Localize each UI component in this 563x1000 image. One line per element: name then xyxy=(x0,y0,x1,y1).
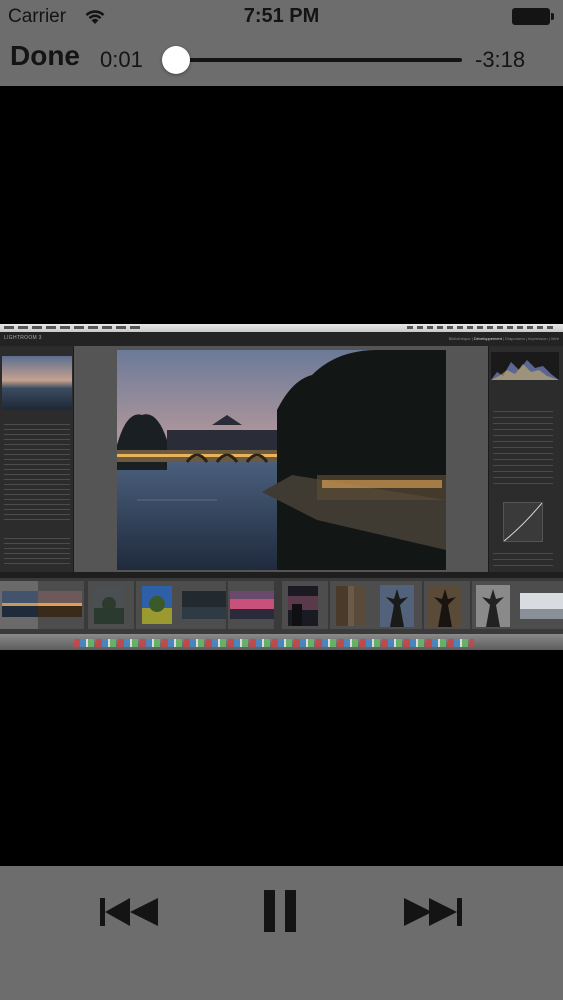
basic-sliders xyxy=(493,406,553,486)
lightroom-right-panel xyxy=(488,346,563,572)
filmstrip-thumb xyxy=(228,581,274,629)
snapshots-list xyxy=(4,534,70,568)
filmstrip-thumb xyxy=(88,581,134,629)
lightroom-logo: LIGHTROOM 3 xyxy=(4,335,42,341)
filmstrip-thumb xyxy=(180,581,226,629)
histogram xyxy=(491,352,559,380)
filmstrip-thumb xyxy=(518,581,563,629)
lightroom-left-panel xyxy=(0,346,74,572)
status-time: 7:51 PM xyxy=(243,5,320,27)
mac-menubar xyxy=(0,324,563,332)
scrubber-thumb[interactable] xyxy=(162,46,190,74)
battery-icon xyxy=(512,8,554,25)
filmstrip-thumb xyxy=(424,581,470,629)
status-bar: Carrier 7:51 PM xyxy=(0,0,563,32)
module-develop: Développement xyxy=(473,336,502,341)
module-slideshow: Diaporama xyxy=(505,336,525,341)
curve-sliders xyxy=(493,548,553,570)
scrubber-track[interactable] xyxy=(176,58,462,62)
lightroom-modules: Bibliothèque | Développement | Diaporama… xyxy=(448,336,559,341)
filmstrip-thumb xyxy=(472,581,518,629)
module-print: Impression xyxy=(528,336,548,341)
mac-dock xyxy=(0,634,563,650)
elapsed-time: 0:01 xyxy=(100,47,143,72)
pause-icon[interactable] xyxy=(262,890,298,932)
previous-track-icon[interactable] xyxy=(100,896,160,928)
lightroom-loupe xyxy=(74,346,488,572)
filmstrip-thumb xyxy=(38,581,84,629)
navigator-preview xyxy=(2,356,72,410)
filmstrip-thumb xyxy=(376,581,422,629)
done-button[interactable]: Done xyxy=(10,40,80,72)
history-list xyxy=(4,420,70,520)
module-library: Bibliothèque xyxy=(448,336,471,341)
module-web: Web xyxy=(550,336,559,341)
remaining-time: -3:18 xyxy=(475,47,526,72)
main-photo xyxy=(117,350,446,570)
player-top-bar: Done 0:01 -3:18 xyxy=(0,32,563,86)
filmstrip-thumb xyxy=(136,581,182,629)
playback-controls xyxy=(0,866,563,1000)
filmstrip-thumb xyxy=(282,581,328,629)
tone-curve xyxy=(503,502,543,542)
video-frame: LIGHTROOM 3 Bibliothèque | Développement… xyxy=(0,324,563,650)
filmstrip xyxy=(0,578,563,634)
lightroom-topbar: LIGHTROOM 3 Bibliothèque | Développement… xyxy=(0,332,563,346)
filmstrip-thumb xyxy=(330,581,376,629)
video-area[interactable]: LIGHTROOM 3 Bibliothèque | Développement… xyxy=(0,86,563,866)
top-chrome: Carrier 7:51 PM Done 0:01 -3:18 xyxy=(0,0,563,86)
next-track-icon[interactable] xyxy=(402,896,462,928)
